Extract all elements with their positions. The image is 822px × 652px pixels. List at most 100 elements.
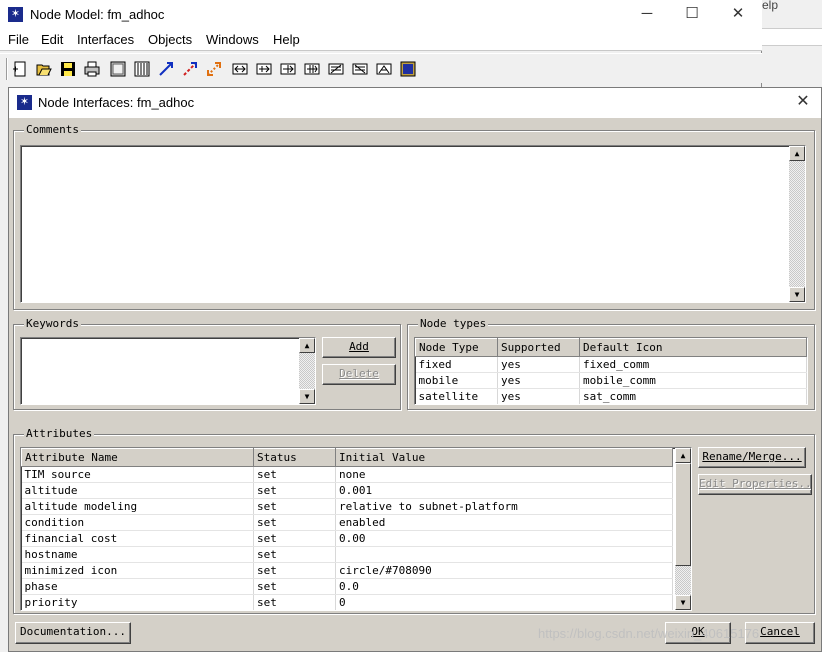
status-cell[interactable]: set bbox=[253, 578, 336, 595]
table-row[interactable]: priority set 0 bbox=[21, 594, 673, 610]
dialog-close-icon[interactable]: ✕ bbox=[793, 92, 813, 112]
scroll-up-icon[interactable]: ▲ bbox=[675, 448, 691, 463]
table-row[interactable]: satellite yes sat_comm bbox=[415, 388, 807, 404]
toolbar bbox=[0, 53, 762, 83]
attribute-name-cell: condition bbox=[21, 514, 254, 531]
initial-value-cell[interactable]: none bbox=[335, 466, 673, 483]
logical-tx-rx-icon[interactable] bbox=[204, 59, 224, 79]
documentation-button[interactable]: Documentation... bbox=[15, 622, 131, 644]
module-icon[interactable] bbox=[108, 59, 128, 79]
delete-button[interactable]: Delete bbox=[322, 364, 396, 385]
create-rx-icon[interactable] bbox=[302, 59, 322, 79]
initial-value-cell[interactable]: circle/#708090 bbox=[335, 562, 673, 579]
supported-cell[interactable]: yes bbox=[497, 388, 580, 404]
save-icon[interactable] bbox=[58, 59, 78, 79]
new-icon[interactable] bbox=[10, 59, 30, 79]
status-cell[interactable]: set bbox=[253, 594, 336, 610]
scroll-down-icon[interactable]: ▼ bbox=[789, 287, 805, 302]
initial-value-cell[interactable]: relative to subnet-platform bbox=[335, 498, 673, 515]
attribute-name-cell: hostname bbox=[21, 546, 254, 563]
supported-cell[interactable]: yes bbox=[497, 372, 580, 389]
attributes-scrollbar[interactable]: ▲ ▼ bbox=[675, 448, 691, 610]
node-type-cell: satellite bbox=[415, 388, 498, 404]
create-tx-icon[interactable] bbox=[278, 59, 298, 79]
status-cell[interactable]: set bbox=[253, 546, 336, 563]
scroll-up-icon[interactable]: ▲ bbox=[299, 338, 315, 353]
comments-textarea[interactable]: ▲ ▼ bbox=[20, 145, 806, 303]
keywords-scrollbar[interactable]: ▲ ▼ bbox=[299, 338, 315, 404]
default-icon-cell[interactable]: fixed_comm bbox=[579, 356, 807, 373]
packet-stream-icon[interactable] bbox=[156, 59, 176, 79]
keywords-list[interactable]: ▲ ▼ bbox=[20, 337, 316, 405]
table-row[interactable]: financial cost set 0.00 bbox=[21, 530, 673, 547]
comments-scrollbar[interactable]: ▲ ▼ bbox=[789, 146, 805, 302]
table-row[interactable]: mobile yes mobile_comm bbox=[415, 372, 807, 389]
menu-file[interactable]: File bbox=[8, 32, 29, 47]
create-antenna-icon[interactable] bbox=[374, 59, 394, 79]
attribute-name-cell: TIM source bbox=[21, 466, 254, 483]
default-icon-cell[interactable]: sat_comm bbox=[579, 388, 807, 404]
main-window-title: Node Model: fm_adhoc bbox=[30, 7, 165, 22]
toolbar-separator bbox=[6, 58, 8, 80]
create-radio-rx-icon[interactable] bbox=[350, 59, 370, 79]
open-icon[interactable] bbox=[34, 59, 54, 79]
scroll-down-icon[interactable]: ▼ bbox=[675, 595, 691, 610]
column-header-node-type[interactable]: Node Type bbox=[415, 338, 498, 357]
statistic-wire-icon[interactable] bbox=[180, 59, 200, 79]
column-header-supported[interactable]: Supported bbox=[497, 338, 580, 357]
scroll-up-icon[interactable]: ▲ bbox=[789, 146, 805, 161]
attribute-name-cell: priority bbox=[21, 594, 254, 610]
attribute-name-cell: financial cost bbox=[21, 530, 254, 547]
initial-value-cell[interactable]: 0.00 bbox=[335, 530, 673, 547]
node-type-cell: mobile bbox=[415, 372, 498, 389]
table-row[interactable]: minimized icon set circle/#708090 bbox=[21, 562, 673, 579]
status-cell[interactable]: set bbox=[253, 514, 336, 531]
scroll-down-icon[interactable]: ▼ bbox=[299, 389, 315, 404]
status-cell[interactable]: set bbox=[253, 530, 336, 547]
table-row[interactable]: altitude modeling set relative to subnet-p… bbox=[21, 498, 673, 515]
column-header-attribute-name[interactable]: Attribute Name bbox=[21, 448, 254, 467]
node-interfaces-dialog: ✶ Node Interfaces: fm_adhoc ✕ Comments ▲… bbox=[8, 87, 822, 652]
menu-objects[interactable]: Objects bbox=[148, 32, 192, 47]
create-processor-icon[interactable] bbox=[230, 59, 250, 79]
edit-properties-button[interactable]: Edit Properties... bbox=[698, 474, 812, 495]
status-cell[interactable]: set bbox=[253, 498, 336, 515]
module-array-icon[interactable] bbox=[132, 59, 152, 79]
rename-merge-button[interactable]: Rename/Merge... bbox=[698, 447, 806, 468]
initial-value-cell[interactable]: enabled bbox=[335, 514, 673, 531]
column-header-status[interactable]: Status bbox=[253, 448, 336, 467]
menu-help[interactable]: Help bbox=[273, 32, 300, 47]
keywords-group: Keywords ▲ ▼ Add Delete bbox=[13, 317, 401, 410]
app-star-icon: ✶ bbox=[8, 7, 23, 22]
maximize-icon[interactable]: ☐ bbox=[681, 4, 703, 24]
menu-edit[interactable]: Edit bbox=[41, 32, 63, 47]
scroll-thumb[interactable] bbox=[675, 463, 691, 566]
column-header-initial-value[interactable]: Initial Value bbox=[335, 448, 673, 467]
supported-cell[interactable]: yes bbox=[497, 356, 580, 373]
table-row[interactable]: phase set 0.0 bbox=[21, 578, 673, 595]
initial-value-cell[interactable]: 0.0 bbox=[335, 578, 673, 595]
minimize-icon[interactable]: ─ bbox=[636, 4, 658, 24]
table-row[interactable]: TIM source set none bbox=[21, 466, 673, 483]
initial-value-cell[interactable]: 0.001 bbox=[335, 482, 673, 499]
status-cell[interactable]: set bbox=[253, 466, 336, 483]
node-types-table: Node Type Supported Default Icon fixed y… bbox=[414, 337, 808, 405]
close-icon[interactable]: ✕ bbox=[727, 4, 749, 24]
status-cell[interactable]: set bbox=[253, 482, 336, 499]
table-row[interactable]: hostname set bbox=[21, 546, 673, 563]
menu-interfaces[interactable]: Interfaces bbox=[77, 32, 134, 47]
initial-value-cell[interactable]: 0 bbox=[335, 594, 673, 610]
column-header-default-icon[interactable]: Default Icon bbox=[579, 338, 807, 357]
menu-windows[interactable]: Windows bbox=[206, 32, 259, 47]
create-radio-tx-icon[interactable] bbox=[326, 59, 346, 79]
print-icon[interactable] bbox=[82, 59, 102, 79]
table-row[interactable]: fixed yes fixed_comm bbox=[415, 356, 807, 373]
table-row[interactable]: condition set enabled bbox=[21, 514, 673, 531]
status-cell[interactable]: set bbox=[253, 562, 336, 579]
table-row[interactable]: altitude set 0.001 bbox=[21, 482, 673, 499]
end-editing-icon[interactable] bbox=[398, 59, 418, 79]
default-icon-cell[interactable]: mobile_comm bbox=[579, 372, 807, 389]
create-queue-icon[interactable] bbox=[254, 59, 274, 79]
initial-value-cell[interactable] bbox=[335, 546, 673, 563]
add-button[interactable]: Add bbox=[322, 337, 396, 358]
